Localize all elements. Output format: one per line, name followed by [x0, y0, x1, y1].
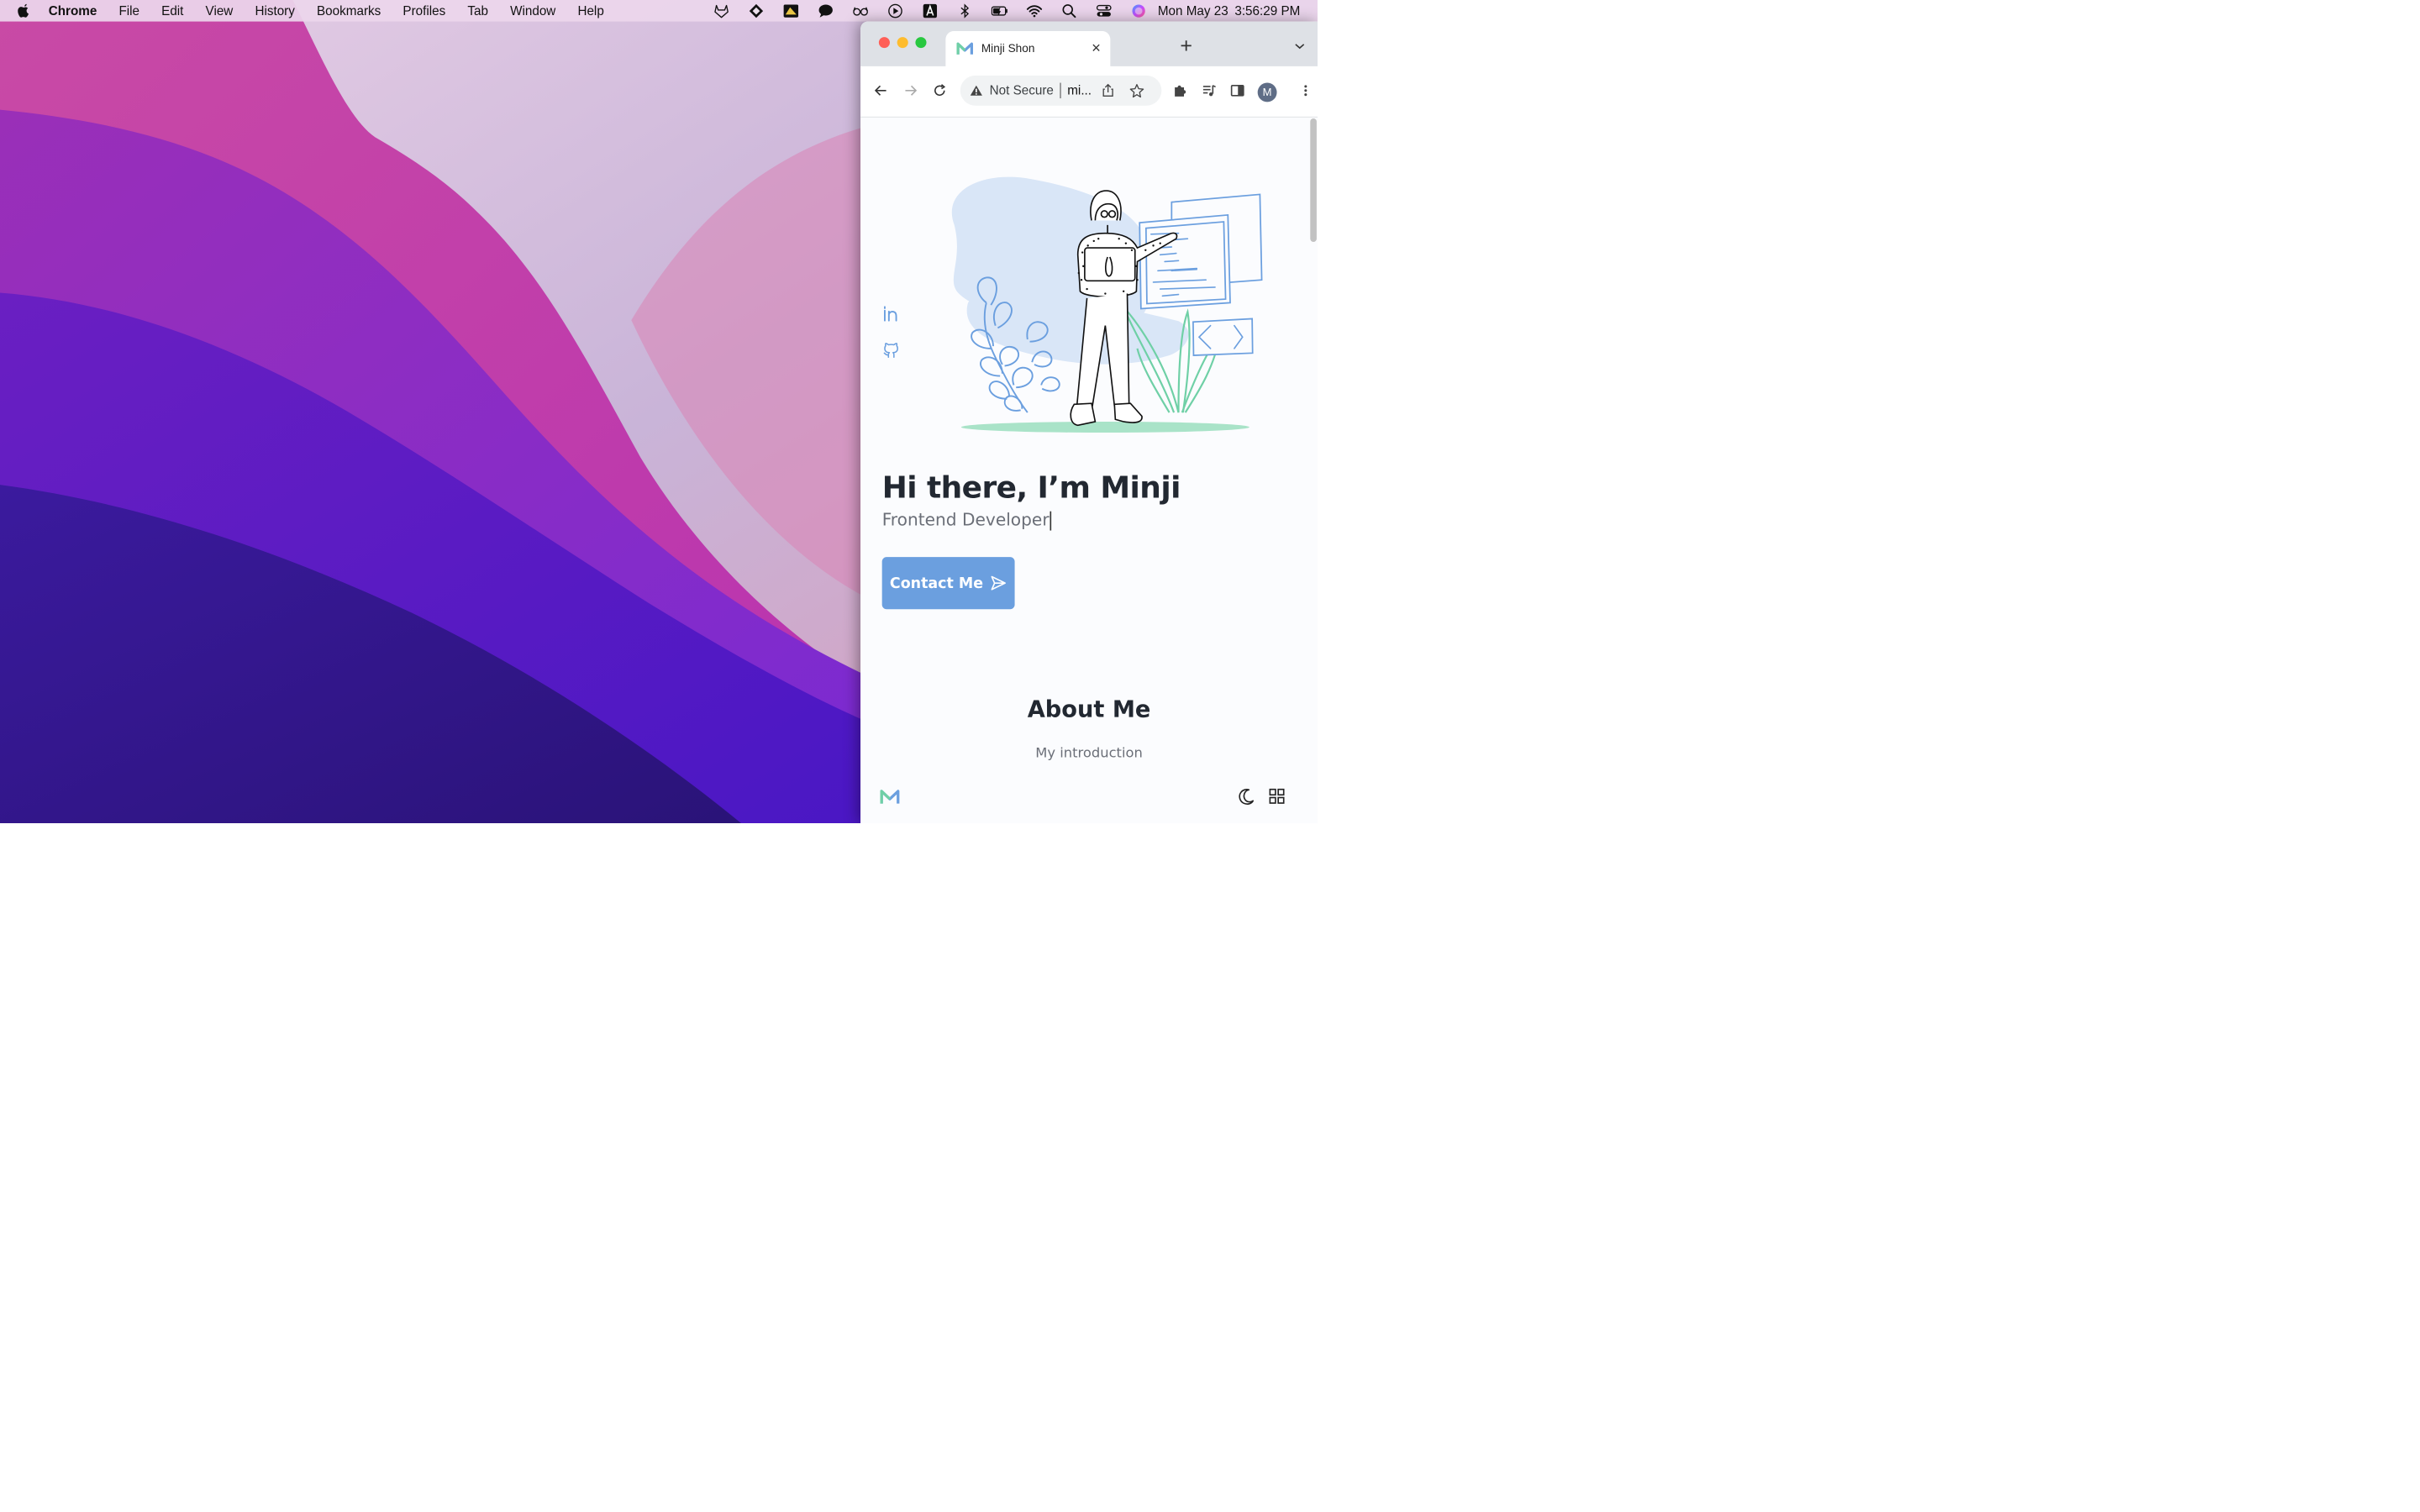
divider	[1060, 82, 1061, 99]
forward-arrow-icon	[905, 85, 918, 96]
app-menu[interactable]: Chrome	[49, 3, 97, 18]
menu-view[interactable]: View	[206, 3, 234, 18]
security-label[interactable]: Not Secure	[990, 83, 1054, 97]
menu-tab[interactable]: Tab	[467, 3, 488, 18]
browser-window: Minji Shon × + Not Secure mi... M Hi the…	[860, 21, 1318, 823]
forward-button[interactable]	[900, 80, 921, 101]
clock-time: 3:56:29 PM	[1234, 3, 1301, 18]
tab-strip: Minji Shon × +	[860, 21, 1318, 66]
github-link[interactable]	[881, 341, 901, 360]
gitlab-icon[interactable]	[713, 2, 731, 20]
glasses-icon[interactable]	[851, 2, 870, 20]
input-source-icon[interactable]	[921, 2, 939, 20]
control-center-icon[interactable]	[1095, 2, 1113, 20]
diamond-app-icon[interactable]	[747, 2, 765, 20]
close-tab-icon[interactable]: ×	[1089, 39, 1102, 57]
github-icon	[883, 343, 898, 358]
back-arrow-icon	[874, 85, 886, 96]
puzzle-icon	[1175, 85, 1186, 97]
clock[interactable]: Mon May 23 3:56:29 PM	[1158, 3, 1300, 18]
contact-me-button[interactable]: Contact Me	[881, 557, 1015, 610]
menu-file[interactable]: File	[118, 3, 139, 18]
reload-button[interactable]	[929, 80, 950, 101]
hero-illustration	[951, 176, 1263, 433]
linkedin-icon	[884, 306, 897, 322]
hero-subtitle: Frontend Developer	[881, 510, 1052, 531]
bookmark-star-icon[interactable]	[1129, 83, 1145, 99]
site-logo-icon[interactable]	[880, 789, 900, 806]
tab-active[interactable]: Minji Shon ×	[945, 31, 1111, 66]
clock-date: Mon May 23	[1157, 3, 1228, 18]
url-text[interactable]: mi...	[1067, 83, 1092, 97]
text-caret	[1050, 511, 1052, 531]
bluetooth-icon[interactable]	[955, 2, 974, 20]
site-favicon-icon	[956, 42, 974, 55]
screen: Chrome File Edit View History Bookmarks …	[0, 0, 1318, 823]
contact-me-label: Contact Me	[889, 574, 984, 592]
battery-icon[interactable]	[991, 2, 1009, 20]
browser-toolbar: Not Secure mi... M	[860, 66, 1318, 118]
address-bar[interactable]: Not Secure mi...	[960, 75, 1162, 106]
send-icon	[991, 575, 1006, 591]
siri-icon[interactable]	[1129, 2, 1148, 20]
share-icon[interactable]	[1101, 83, 1115, 97]
extensions-button[interactable]	[1170, 80, 1191, 101]
apple-menu-icon[interactable]	[17, 3, 30, 19]
dark-mode-toggle-icon[interactable]	[1237, 787, 1255, 806]
menu-help[interactable]: Help	[577, 3, 603, 18]
menu-grid-icon[interactable]	[1269, 788, 1286, 805]
messages-icon[interactable]	[817, 2, 835, 20]
menu-bar: Chrome File Edit View History Bookmarks …	[0, 0, 1318, 22]
zoom-window-button[interactable]	[915, 37, 927, 49]
menu-edit[interactable]: Edit	[161, 3, 183, 18]
play-icon[interactable]	[886, 2, 904, 20]
spotlight-search-icon[interactable]	[1060, 2, 1078, 20]
tab-search-chevron-icon[interactable]	[1293, 40, 1307, 51]
menu-window[interactable]: Window	[510, 3, 555, 18]
tab-title: Minji Shon	[981, 42, 1035, 55]
linkedin-link[interactable]	[881, 304, 901, 323]
close-window-button[interactable]	[878, 37, 890, 49]
reload-icon	[934, 84, 946, 97]
about-subtitle: My introduction	[1035, 744, 1143, 761]
hero-title: Hi there, I’m Minji	[881, 470, 1181, 506]
side-panel-button[interactable]	[1227, 80, 1248, 101]
new-tab-button[interactable]: +	[1177, 34, 1196, 55]
side-panel-icon	[1230, 84, 1244, 97]
kebab-menu-icon	[1304, 85, 1307, 97]
wifi-icon[interactable]	[1025, 2, 1044, 20]
about-title: About Me	[1027, 696, 1151, 723]
menu-profiles[interactable]: Profiles	[402, 3, 445, 18]
web-page: Hi there, I’m Minji Frontend Developer C…	[860, 117, 1318, 823]
minimize-window-button[interactable]	[897, 37, 908, 49]
profile-avatar[interactable]: M	[1257, 82, 1277, 102]
menu-history[interactable]: History	[255, 3, 294, 18]
back-button[interactable]	[871, 80, 892, 101]
media-queue-icon	[1202, 85, 1216, 97]
warning-icon[interactable]	[970, 84, 983, 97]
menu-bookmarks[interactable]: Bookmarks	[317, 3, 381, 18]
hero-subtitle-text: Frontend Developer	[881, 510, 1050, 530]
browser-menu-button[interactable]	[1295, 80, 1316, 101]
media-controls-button[interactable]	[1198, 80, 1219, 101]
nvidia-app-icon[interactable]	[781, 2, 800, 20]
page-scrollbar[interactable]	[1310, 118, 1317, 243]
